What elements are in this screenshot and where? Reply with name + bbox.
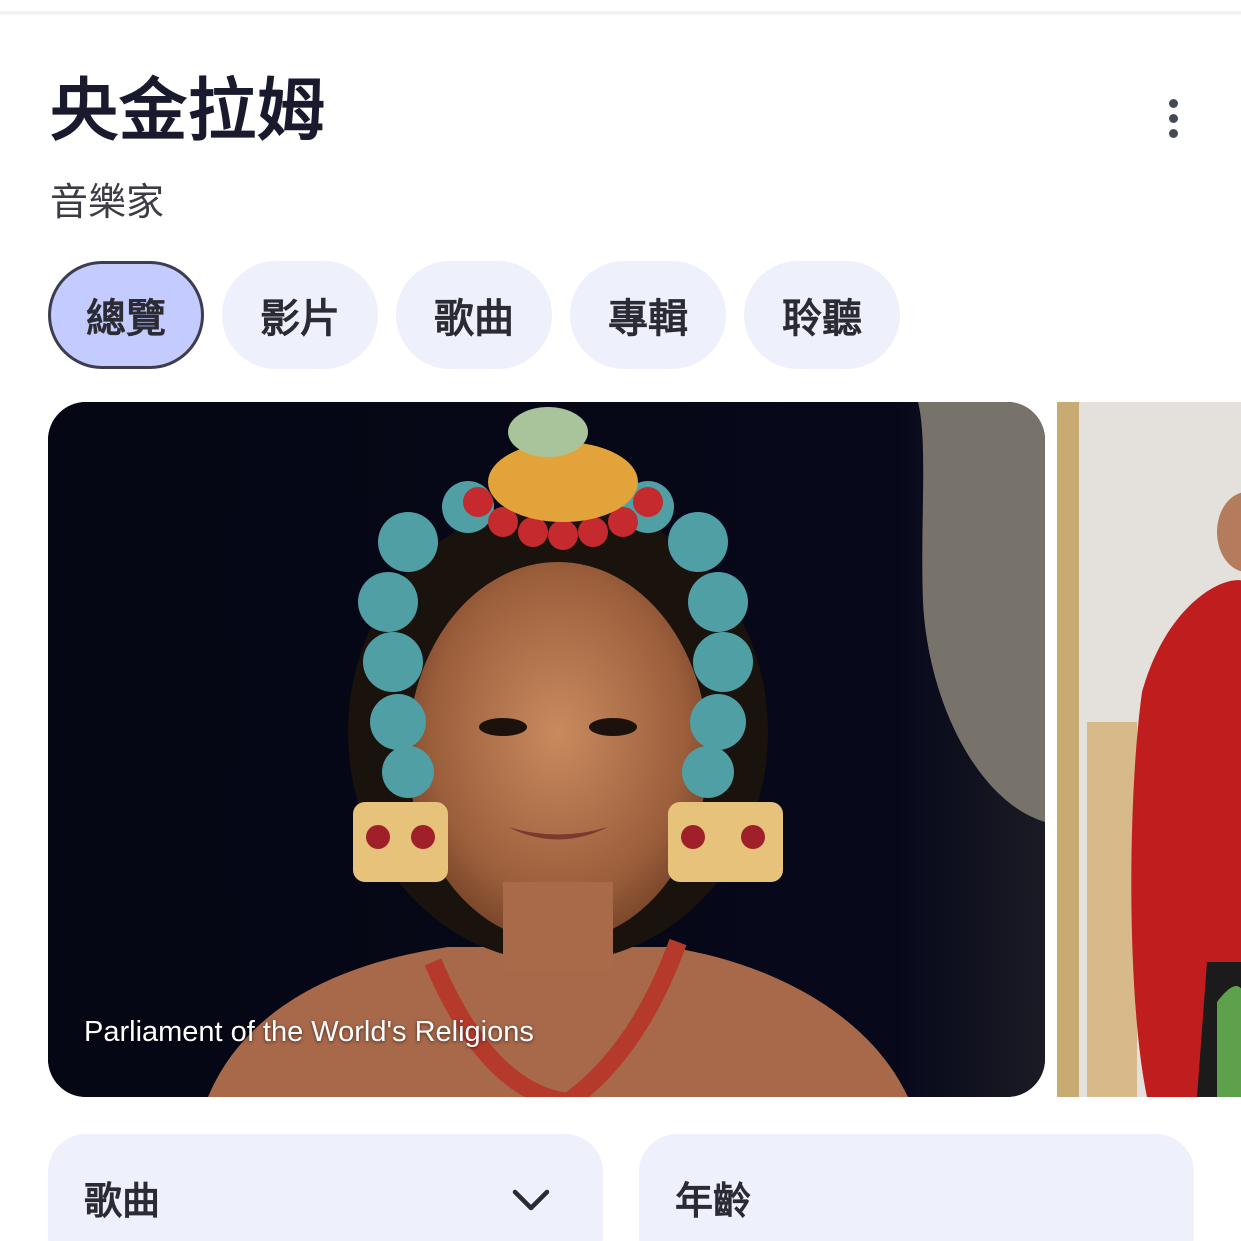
chevron-down-icon — [512, 1189, 550, 1211]
songs-card[interactable]: 歌曲 — [48, 1134, 603, 1241]
tab-bar: 總覽 影片 歌曲 專輯 聆聽 — [48, 261, 900, 369]
portrait-image — [48, 402, 1045, 1097]
performer-image — [1057, 402, 1241, 1097]
entity-subtitle: 音樂家 — [50, 180, 165, 224]
tab-listen[interactable]: 聆聽 — [744, 261, 900, 369]
knowledge-panel: 央金拉姆 音樂家 總覽 影片 歌曲 專輯 聆聽 Parliament of th… — [0, 0, 1241, 1241]
age-card: 年齡 — [639, 1134, 1194, 1241]
photo-caption: Parliament of the World's Religions — [84, 1016, 534, 1048]
main-photo[interactable]: Parliament of the World's Religions — [48, 402, 1045, 1097]
top-divider — [0, 0, 1241, 16]
more-vert-icon-dot — [1168, 128, 1178, 138]
image-carousel[interactable]: Parliament of the World's Religions — [48, 402, 1241, 1097]
age-card-title: 年齡 — [675, 1179, 752, 1223]
tab-videos[interactable]: 影片 — [222, 261, 378, 369]
entity-title: 央金拉姆 — [50, 72, 327, 151]
more-options-button[interactable] — [1150, 90, 1196, 146]
songs-card-title: 歌曲 — [84, 1179, 161, 1223]
more-vert-icon — [1168, 98, 1178, 108]
more-vert-icon-dot — [1168, 113, 1178, 123]
second-photo[interactable] — [1057, 402, 1241, 1097]
tab-overview[interactable]: 總覽 — [48, 261, 204, 369]
tab-songs[interactable]: 歌曲 — [396, 261, 552, 369]
tab-albums[interactable]: 專輯 — [570, 261, 726, 369]
